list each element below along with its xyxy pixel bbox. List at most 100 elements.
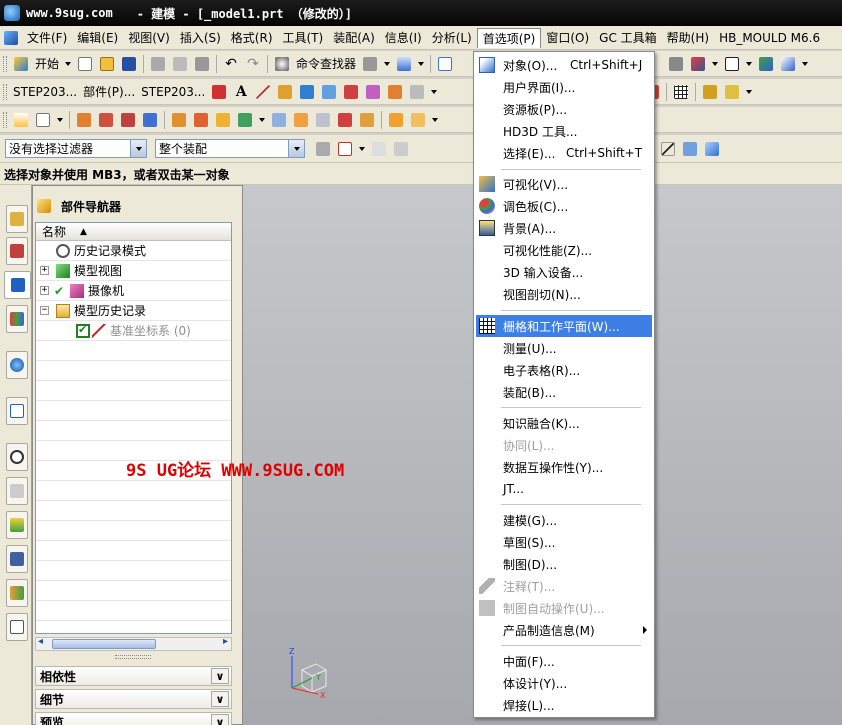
web-browser-icon[interactable] (6, 351, 28, 379)
chevron-down-icon[interactable] (288, 140, 304, 157)
face-icon[interactable] (269, 110, 289, 130)
undo-icon[interactable]: ↶ (221, 54, 241, 74)
layer-icon[interactable] (319, 82, 339, 102)
step203-export-button[interactable]: STEP203... (138, 85, 208, 99)
menu-item-3d-input-devices[interactable]: 3D 输入设备... (474, 261, 654, 283)
edit-object-icon[interactable] (394, 54, 414, 74)
menu-information[interactable]: 信息(I) (380, 28, 427, 48)
system-materials-icon[interactable] (6, 477, 28, 505)
menu-item-measure[interactable]: 测量(U)... (474, 337, 654, 359)
menu-insert[interactable]: 插入(S) (175, 28, 226, 48)
drawing-icon[interactable] (209, 82, 229, 102)
wcs-icon[interactable] (756, 54, 776, 74)
select-edges-icon[interactable] (391, 139, 411, 159)
menu-item-modeling[interactable]: 建模(G)... (474, 509, 654, 531)
copy-icon[interactable] (170, 54, 190, 74)
expand-icon[interactable]: + (40, 266, 49, 275)
chevron-down-icon[interactable]: ∨ (211, 714, 229, 725)
menu-assemblies[interactable]: 装配(A) (328, 28, 380, 48)
menu-item-object[interactable]: 对象(O)... Ctrl+Shift+J (474, 54, 654, 76)
more-dropdown-icon[interactable] (359, 146, 365, 151)
menu-item-palette[interactable]: 调色板(C)... (474, 195, 654, 217)
toolbar-grip[interactable] (3, 111, 7, 128)
chamfer-icon[interactable] (213, 110, 233, 130)
menu-item-visualization[interactable]: 可视化(V)... (474, 173, 654, 195)
wcs-dynamics-icon[interactable] (778, 54, 798, 74)
sweep-icon[interactable] (291, 110, 311, 130)
menu-item-assemblies[interactable]: 装配(B)... (474, 381, 654, 403)
render-style-icon[interactable] (688, 54, 708, 74)
more-dropdown-icon[interactable] (432, 117, 438, 122)
grid-tool-icon[interactable] (671, 82, 691, 102)
scroll-right-icon[interactable]: ▸ (223, 636, 228, 647)
menu-item-knowledge-fusion[interactable]: 知识融合(K)... (474, 412, 654, 434)
menu-gc-toolbox[interactable]: GC 工具箱 (594, 28, 662, 48)
menu-preferences[interactable]: 首选项(P) (476, 27, 542, 48)
preview-panel[interactable]: 预览 ∨ (35, 712, 232, 725)
process-studio-icon[interactable] (6, 511, 28, 539)
menu-item-resource-bar[interactable]: 资源板(P)... (474, 98, 654, 120)
drafting-tool-icon[interactable] (722, 82, 742, 102)
new-sheet-icon[interactable] (33, 110, 53, 130)
unite-icon[interactable] (169, 110, 189, 130)
sketch-icon[interactable] (11, 110, 31, 130)
more-dropdown-icon[interactable] (384, 61, 391, 66)
menu-item-weld[interactable]: 焊接(L)... (474, 694, 654, 716)
open-folder-icon[interactable] (97, 54, 117, 74)
scroll-left-icon[interactable]: ◂ (38, 636, 43, 647)
edge-blend-icon[interactable] (191, 110, 211, 130)
expand-icon[interactable]: + (40, 286, 49, 295)
view-orient-icon[interactable] (666, 54, 686, 74)
attributes-icon[interactable] (407, 82, 427, 102)
toolbar-grip[interactable] (3, 55, 7, 72)
select-faces-icon[interactable] (369, 139, 389, 159)
menu-item-body-design[interactable]: 体设计(Y)... (474, 672, 654, 694)
start-dropdown-icon[interactable] (65, 61, 72, 66)
new-file-icon[interactable] (75, 54, 95, 74)
datum-icon[interactable] (235, 110, 255, 130)
pin-icon[interactable] (37, 199, 51, 213)
menu-window[interactable]: 窗口(O) (541, 28, 594, 48)
start-icon[interactable] (11, 54, 31, 74)
roles-icon[interactable] (6, 579, 28, 607)
command-finder-icon[interactable] (272, 54, 292, 74)
view-cube-icon[interactable] (702, 139, 722, 159)
assembly-icon[interactable] (385, 82, 405, 102)
more-dropdown-icon[interactable] (746, 61, 753, 66)
menu-item-collaboration[interactable]: 协同(L)... (474, 434, 654, 456)
menu-item-hd3d-tools[interactable]: HD3D 工具... (474, 120, 654, 142)
tree-node-model-views[interactable]: + 模型视图 (36, 261, 231, 281)
collapse-icon[interactable]: − (40, 306, 49, 315)
menu-item-drafting[interactable]: 制图(D)... (474, 553, 654, 575)
extrude-icon[interactable] (74, 110, 94, 130)
dependencies-panel[interactable]: 相依性 ∨ (35, 666, 232, 686)
more-dropdown-icon[interactable] (57, 117, 63, 122)
text-icon[interactable]: A (231, 82, 251, 102)
menu-item-view-section[interactable]: 视图剖切(N)... (474, 283, 654, 305)
checkbox-checked-icon[interactable]: ✔ (76, 323, 90, 338)
menu-item-data-interoperability[interactable]: 数据互操作性(Y)... (474, 456, 654, 478)
redo-icon[interactable]: ↷ (243, 54, 263, 74)
background-color-icon[interactable] (722, 54, 742, 74)
trim-icon[interactable] (357, 110, 377, 130)
scale-icon[interactable] (408, 110, 428, 130)
menu-item-spreadsheet[interactable]: 电子表格(R)... (474, 359, 654, 381)
name-column-header[interactable]: 名称 ▲ (36, 223, 231, 241)
chevron-down-icon[interactable]: ∨ (211, 691, 229, 707)
hole-icon[interactable] (118, 110, 138, 130)
filter-settings-icon[interactable] (313, 139, 333, 159)
details-panel[interactable]: 细节 ∨ (35, 689, 232, 709)
tree-node-history-mode[interactable]: 历史记录模式 (36, 241, 231, 261)
system-scenes-icon[interactable] (6, 613, 28, 641)
part-import-button[interactable]: 部件(P)... (80, 83, 138, 100)
chevron-down-icon[interactable] (130, 140, 146, 157)
toolbar-grip[interactable] (3, 83, 7, 100)
more-dropdown-icon[interactable] (259, 117, 265, 122)
book-icon[interactable] (341, 82, 361, 102)
checkmark-icon[interactable]: ✔ (54, 284, 64, 298)
assembly-navigator-icon[interactable] (6, 205, 28, 233)
block-icon[interactable] (386, 110, 406, 130)
material-icon[interactable] (363, 82, 383, 102)
revolve-icon[interactable] (96, 110, 116, 130)
more-dropdown-icon[interactable] (418, 61, 425, 66)
